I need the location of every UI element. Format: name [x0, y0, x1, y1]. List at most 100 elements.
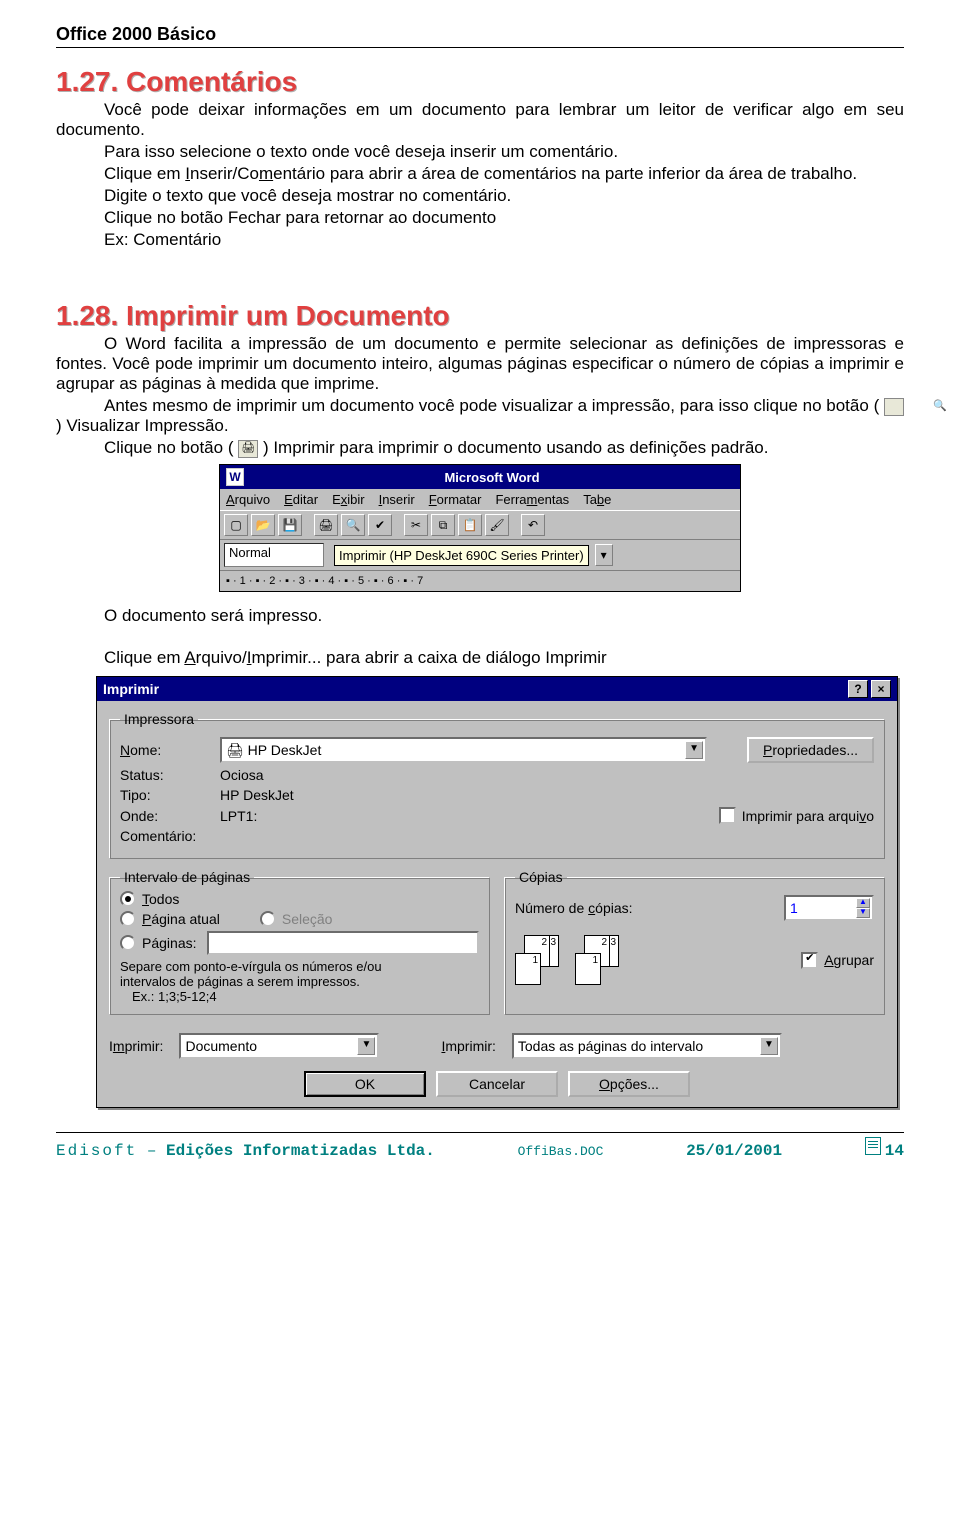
print-preview-icon[interactable]: 🔍 — [341, 514, 365, 536]
collate-preview-icon: 3 2 1 — [575, 935, 625, 985]
collate-preview-icon: 3 2 1 — [515, 935, 565, 985]
text: ) Imprimir para imprimir o documento usa… — [263, 438, 769, 457]
document-header: Office 2000 Básico — [56, 24, 904, 48]
word-menubar[interactable]: Arquivo Editar Exibir Inserir Formatar F… — [220, 489, 740, 510]
style-combo[interactable]: Normal — [224, 543, 324, 567]
radio-all[interactable]: Todos — [120, 891, 479, 907]
footer-dash: – — [137, 1142, 166, 1160]
options-button[interactable]: Opções... — [568, 1071, 690, 1097]
print-dialog: Imprimir ? × Impressora Nome: 🖨 HP DeskJ… — [96, 676, 898, 1108]
text: Clique em — [104, 648, 184, 667]
page-icon — [865, 1137, 881, 1155]
status-label: Status: — [120, 767, 210, 783]
menu-tabela[interactable]: Tabe — [583, 492, 611, 507]
new-doc-icon[interactable]: ▢ — [224, 514, 248, 536]
footer-brand: Edisoft — [56, 1142, 137, 1160]
print-what-label: Imprimir: — [109, 1038, 163, 1054]
printer-name-value: HP DeskJet — [248, 742, 322, 758]
printer-name-combo[interactable]: 🖨 HP DeskJet ▼ — [220, 737, 707, 763]
ok-button[interactable]: OK — [304, 1071, 426, 1097]
text: rquivo/ — [196, 648, 247, 667]
radio-pages[interactable]: Páginas: — [120, 935, 197, 951]
para-127-5: Clique no botão Fechar para retornar ao … — [104, 208, 904, 228]
print-dialog-titlebar: Imprimir ? × — [97, 677, 897, 701]
text: Clique no botão ( — [104, 438, 233, 457]
radio-icon — [120, 935, 136, 951]
print-what-value: Documento — [185, 1038, 257, 1054]
page-range-group: Intervalo de páginas Todos Página atual … — [109, 869, 490, 1015]
type-label: Tipo: — [120, 787, 210, 803]
radio-current-page[interactable]: Página atual — [120, 911, 220, 927]
copies-label: Número de cópias: — [515, 900, 633, 916]
menu-inserir[interactable]: Inserir — [379, 492, 415, 507]
close-button[interactable]: × — [871, 680, 891, 698]
pages-input[interactable] — [207, 931, 480, 955]
text: ) Visualizar Impressão. — [56, 416, 229, 435]
para-128-5: Clique em Arquivo/Imprimir... para abrir… — [104, 648, 904, 668]
footer-company: Edições Informatizadas Ltda. — [166, 1142, 435, 1160]
menu-arquivo[interactable]: Arquivo — [226, 492, 270, 507]
word-toolbar-screenshot: W Microsoft Word Arquivo Editar Exibir I… — [219, 464, 741, 592]
footer-file: OffiBas.DOC — [518, 1144, 604, 1159]
radio-selection: Seleção — [260, 911, 333, 927]
collate-checkbox[interactable]: ✔ Agrupar — [801, 952, 874, 969]
help-button[interactable]: ? — [848, 680, 868, 698]
printer-icon: 🖨 — [226, 742, 244, 759]
menu-editar[interactable]: Editar — [284, 492, 318, 507]
footer-date: 25/01/2001 — [686, 1142, 782, 1160]
copies-legend: Cópias — [515, 869, 567, 885]
para-127-3: Clique em Inserir/Comentário para abrir … — [56, 164, 904, 184]
word-toolbar-standard: ▢ 📂 💾 🖨 🔍 ✔ ✂ ⧉ 📋 🖌 ↶ — [220, 510, 740, 540]
chevron-down-icon[interactable]: ▼ — [685, 741, 703, 759]
text: nserir/Co — [190, 164, 259, 183]
copy-icon[interactable]: ⧉ — [431, 514, 455, 536]
properties-button[interactable]: Propriedades... — [747, 737, 874, 763]
text: Clique em — [104, 164, 185, 183]
cancel-button[interactable]: Cancelar — [436, 1071, 558, 1097]
text-u: m — [259, 164, 273, 183]
format-painter-icon[interactable]: 🖌 — [485, 514, 509, 536]
para-127-6: Ex: Comentário — [104, 230, 904, 250]
spinner-down-icon[interactable]: ▼ — [856, 908, 870, 918]
undo-icon[interactable]: ↶ — [521, 514, 545, 536]
save-icon[interactable]: 💾 — [278, 514, 302, 536]
printer-group-legend: Impressora — [120, 711, 198, 727]
print-to-file-checkbox[interactable]: Imprimir para arquivo — [719, 807, 874, 824]
para-128-2: Antes mesmo de imprimir um documento voc… — [56, 396, 904, 436]
where-value: LPT1: — [220, 808, 257, 824]
print-icon: 🖨 — [238, 440, 258, 458]
cut-icon[interactable]: ✂ — [404, 514, 428, 536]
menu-formatar[interactable]: Formatar — [429, 492, 482, 507]
open-icon[interactable]: 📂 — [251, 514, 275, 536]
para-127-4: Digite o texto que você deseja mostrar n… — [104, 186, 904, 206]
copies-group: Cópias Número de cópias: 1 ▲▼ 3 2 1 — [504, 869, 885, 1015]
print-icon[interactable]: 🖨 — [314, 514, 338, 536]
para-128-1: O Word facilita a impressão de um docume… — [56, 334, 904, 394]
menu-ferramentas[interactable]: Ferramentas — [495, 492, 569, 507]
menu-exibir[interactable]: Exibir — [332, 492, 365, 507]
paste-icon[interactable]: 📋 — [458, 514, 482, 536]
para-127-2: Para isso selecione o texto onde você de… — [104, 142, 904, 162]
printer-group: Impressora Nome: 🖨 HP DeskJet ▼ Propried… — [109, 711, 885, 859]
dialog-title-text: Imprimir — [103, 681, 159, 697]
chevron-down-icon[interactable]: ▼ — [357, 1037, 375, 1055]
spellcheck-icon[interactable]: ✔ — [368, 514, 392, 536]
comment-label: Comentário: — [120, 828, 210, 844]
para-127-1: Você pode deixar informações em um docum… — [56, 100, 904, 140]
chevron-down-icon[interactable]: ▼ — [760, 1037, 778, 1055]
combo-dropdown-icon[interactable]: ▾ — [595, 544, 613, 566]
section-127-heading: 1.27. Comentários — [56, 66, 904, 98]
copies-spinner[interactable]: 1 ▲▼ — [784, 895, 874, 921]
section-128-heading: 1.28. Imprimir um Documento — [56, 300, 904, 332]
radio-icon — [120, 911, 136, 927]
para-128-4: O documento será impresso. — [104, 606, 904, 626]
print-what-combo[interactable]: Documento ▼ — [179, 1033, 379, 1059]
print-range-value: Todas as páginas do intervalo — [518, 1038, 703, 1054]
radio-icon — [260, 911, 276, 927]
print-range-combo[interactable]: Todas as páginas do intervalo ▼ — [512, 1033, 782, 1059]
text: Antes mesmo de imprimir um documento voc… — [104, 396, 879, 415]
print-range-label: Imprimir: — [441, 1038, 495, 1054]
page-range-legend: Intervalo de páginas — [120, 869, 254, 885]
text: entário para abrir a área de comentários… — [273, 164, 857, 183]
radio-selection-label: Seleção — [282, 911, 333, 927]
